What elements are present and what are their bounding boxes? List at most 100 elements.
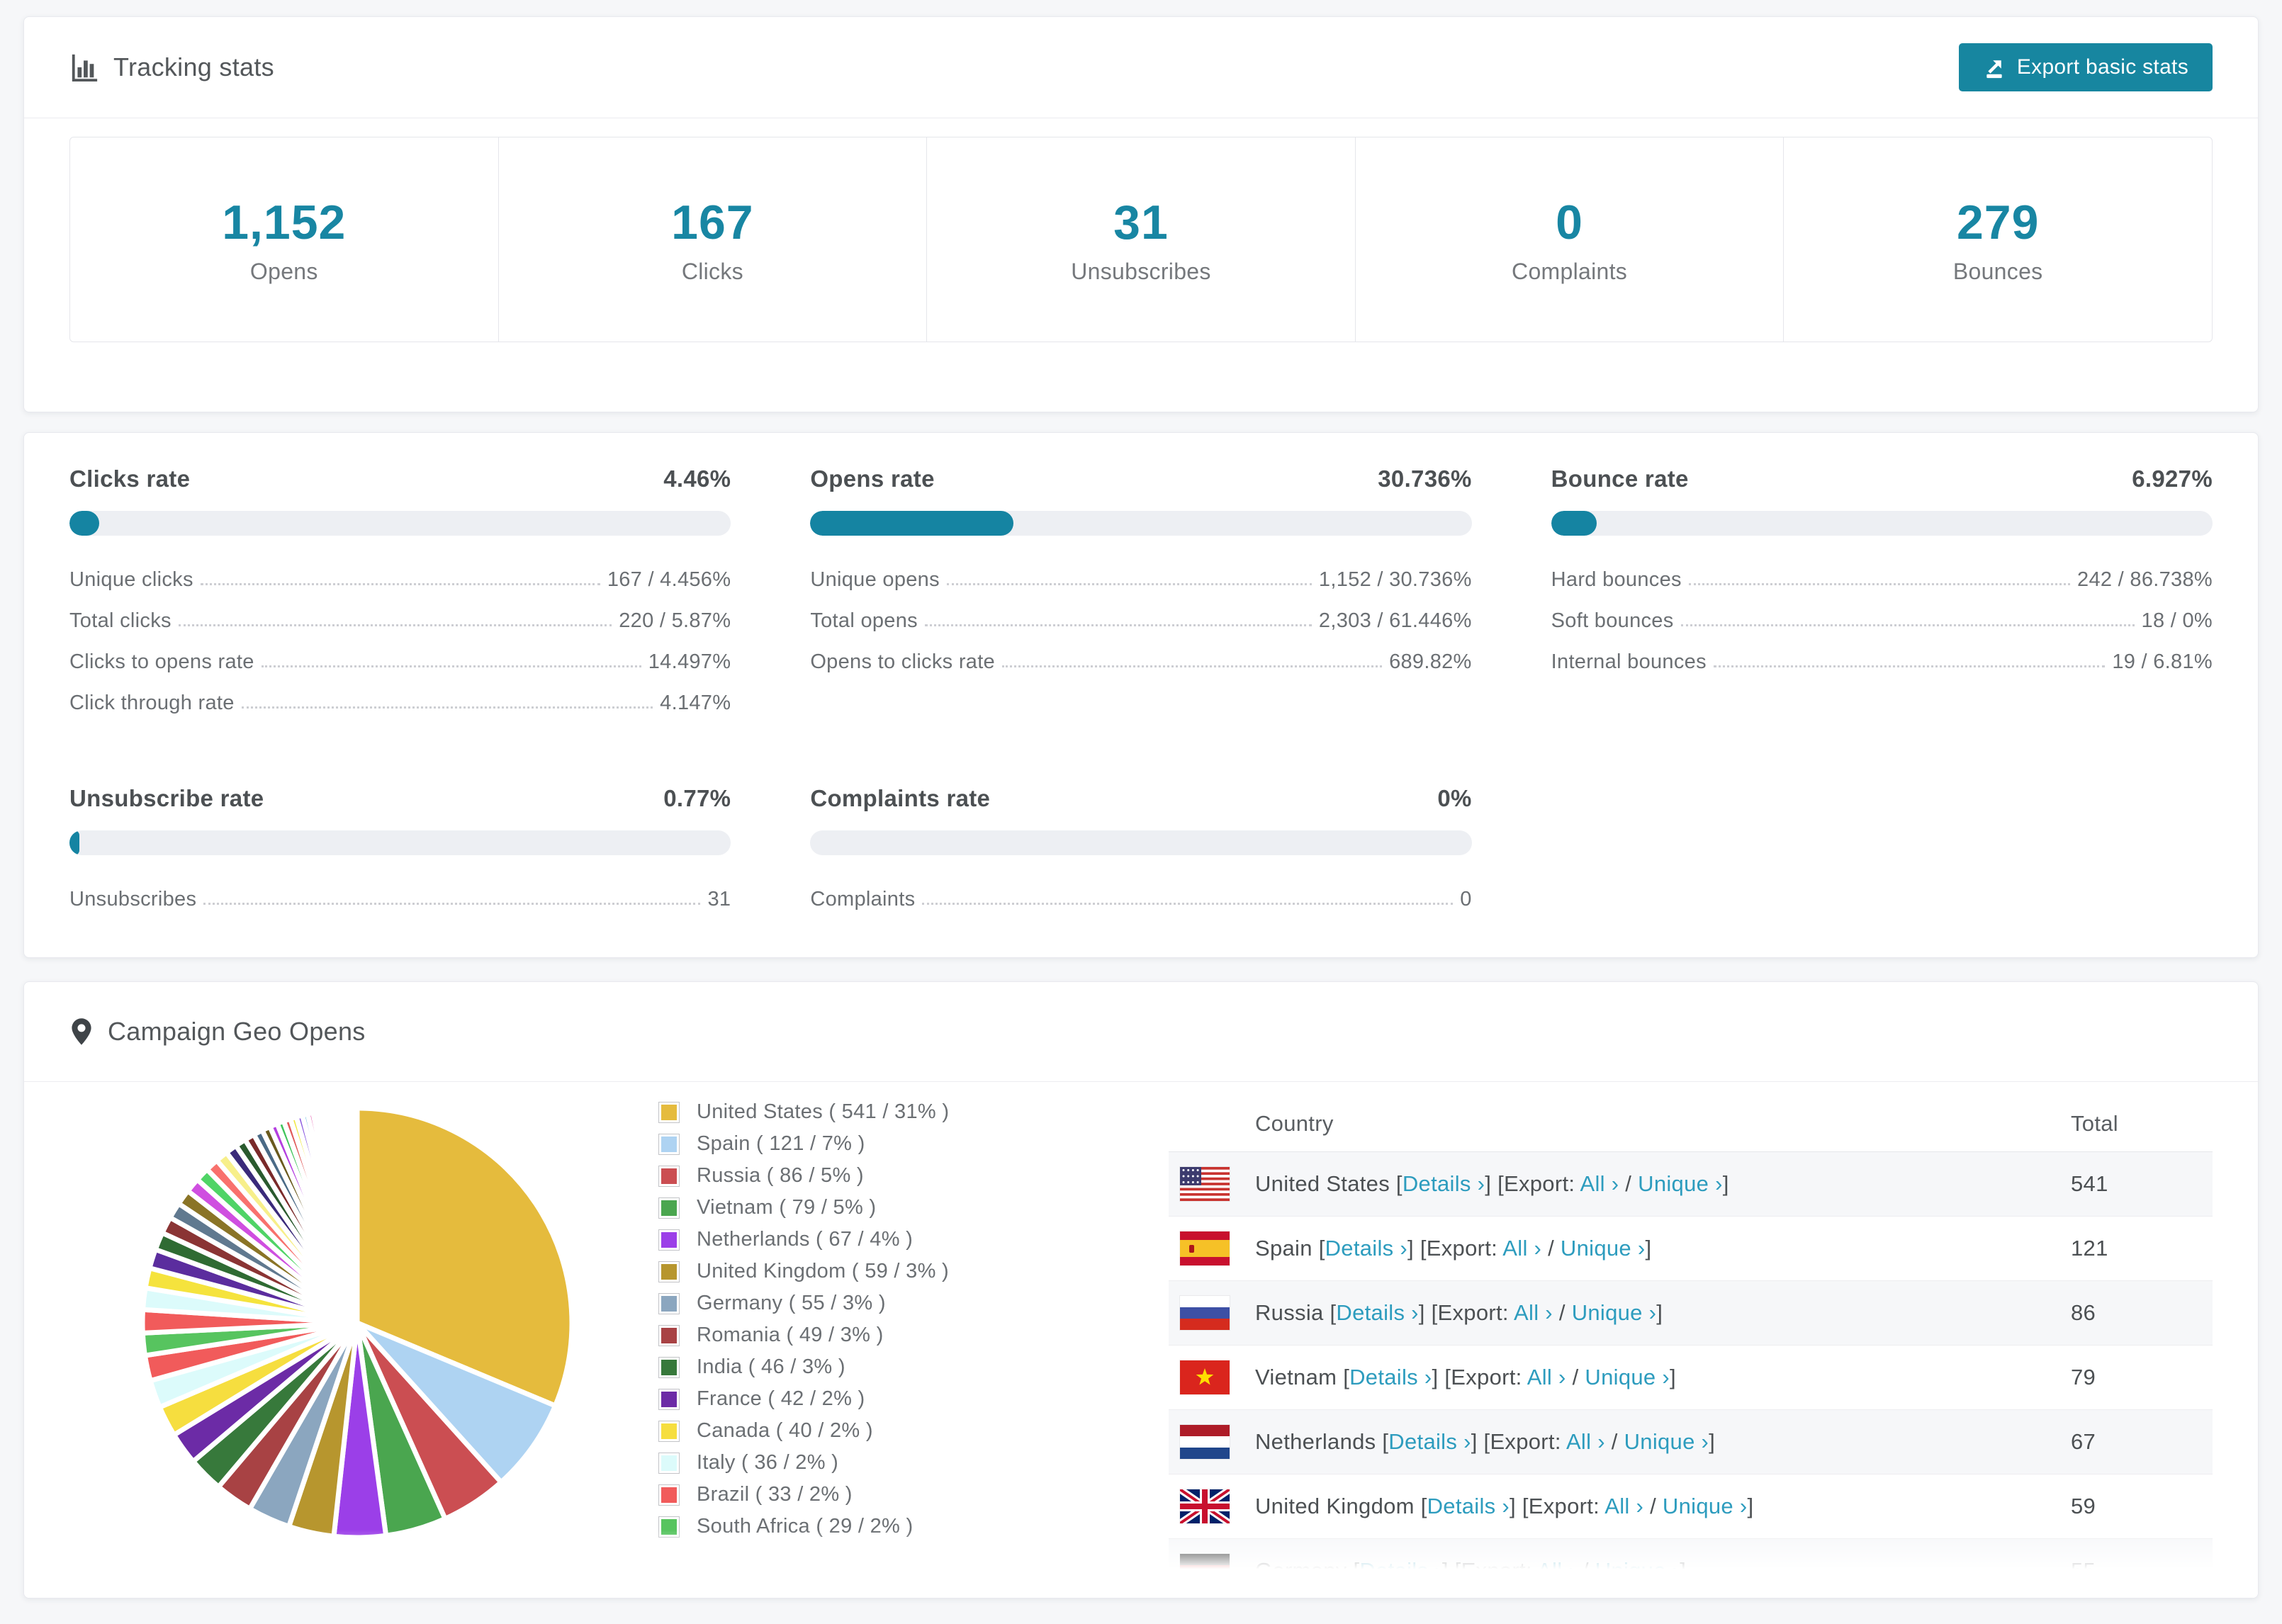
stat-value: 167 xyxy=(671,195,754,249)
export-unique-link[interactable]: Unique › xyxy=(1624,1429,1709,1454)
export-all-link[interactable]: All › xyxy=(1537,1558,1576,1583)
details-link[interactable]: Details › xyxy=(1359,1558,1441,1583)
export-all-link[interactable]: All › xyxy=(1514,1300,1553,1325)
rate-row: Internal bounces 19 / 6.81% xyxy=(1551,650,2213,674)
rate-title: Clicks rate xyxy=(69,466,191,492)
legend-label: Germany ( 55 / 3% ) xyxy=(697,1292,886,1314)
dotted-leader xyxy=(1680,624,2135,626)
rate-row-label: Hard bounces xyxy=(1551,568,1682,591)
rate-row-value: 4.147% xyxy=(660,692,731,714)
rate-row-label: Unique opens xyxy=(810,568,940,591)
column-header-country: Country xyxy=(1255,1111,1334,1136)
stat-value: 279 xyxy=(1956,195,2040,249)
export-all-link[interactable]: All › xyxy=(1580,1171,1619,1196)
details-link[interactable]: Details › xyxy=(1349,1365,1432,1389)
rate-head: Bounce rate 6.927% xyxy=(1551,466,2213,492)
legend-swatch xyxy=(658,1484,680,1506)
ru-flag-icon xyxy=(1180,1296,1230,1330)
country-cell: Spain [Details ›] [Export: All › / Uniqu… xyxy=(1255,1236,1652,1261)
rate-row-value: 1,152 / 30.736% xyxy=(1318,568,1472,591)
stat-cell-complaints: 0 Complaints xyxy=(1356,137,1784,342)
legend-item-united-states: United States ( 541 / 31% ) xyxy=(658,1100,1084,1124)
table-row-ru: Russia [Details ›] [Export: All › / Uniq… xyxy=(1169,1281,2213,1346)
stat-cell-opens: 1,152 Opens xyxy=(70,137,499,342)
dotted-leader xyxy=(261,665,641,667)
rate-row-value: 2,303 / 61.446% xyxy=(1318,609,1472,632)
legend-swatch xyxy=(658,1229,680,1251)
export-unique-link[interactable]: Unique › xyxy=(1595,1558,1680,1583)
de-flag-icon xyxy=(1180,1554,1230,1588)
rate-progress-fill xyxy=(69,511,99,536)
export-unique-link[interactable]: Unique › xyxy=(1585,1365,1670,1389)
stat-value: 31 xyxy=(1113,195,1169,249)
country-name: Vietnam xyxy=(1255,1365,1344,1389)
us-flag-icon xyxy=(1180,1167,1230,1201)
bar-chart-icon xyxy=(69,52,99,82)
stat-value: 0 xyxy=(1556,195,1583,249)
legend-swatch xyxy=(658,1165,680,1187)
rate-progress-bar xyxy=(810,830,1472,855)
rate-progress-bar xyxy=(810,511,1472,536)
geo-country-table: Country Total United States [Details ›] … xyxy=(1169,1096,2213,1598)
geo-table-header: Country Total xyxy=(1169,1096,2213,1152)
geo-opens-pie-chart xyxy=(140,1105,575,1540)
legend-swatch xyxy=(658,1197,680,1219)
export-basic-stats-button[interactable]: Export basic stats xyxy=(1958,43,2213,91)
nl-flag-icon xyxy=(1180,1425,1230,1459)
legend-item-italy: Italy ( 36 / 2% ) xyxy=(658,1451,1084,1474)
stat-label: Complaints xyxy=(1512,258,1628,284)
legend-label: Russia ( 86 / 5% ) xyxy=(697,1164,864,1187)
stat-cell-bounces: 279 Bounces xyxy=(1784,137,2212,342)
country-name: United States xyxy=(1255,1171,1396,1196)
rate-value: 0.77% xyxy=(663,785,731,811)
country-name: Germany xyxy=(1255,1558,1354,1583)
details-link[interactable]: Details › xyxy=(1336,1300,1418,1325)
rate-block-unsubscribe-rate: Unsubscribe rate 0.77% Unsubscribes 31 xyxy=(69,785,731,929)
details-link[interactable]: Details › xyxy=(1325,1236,1407,1261)
country-cell: Germany [Details ›] [Export: All › / Uni… xyxy=(1255,1558,1687,1583)
export-unique-link[interactable]: Unique › xyxy=(1663,1494,1748,1518)
rate-block-complaints-rate: Complaints rate 0% Complaints 0 xyxy=(810,785,1472,929)
rate-row-value: 689.82% xyxy=(1389,650,1472,673)
export-basic-stats-label: Export basic stats xyxy=(2016,55,2188,79)
dotted-leader xyxy=(1713,665,2106,667)
rate-head: Clicks rate 4.46% xyxy=(69,466,731,492)
rate-value: 0% xyxy=(1437,785,1472,811)
map-pin-icon xyxy=(69,1017,94,1047)
legend-swatch xyxy=(658,1356,680,1378)
rate-row: Soft bounces 18 / 0% xyxy=(1551,609,2213,633)
country-cell: Russia [Details ›] [Export: All › / Uniq… xyxy=(1255,1300,1663,1325)
legend-item-germany: Germany ( 55 / 3% ) xyxy=(658,1292,1084,1315)
legend-label: Canada ( 40 / 2% ) xyxy=(697,1419,873,1442)
details-link[interactable]: Details › xyxy=(1403,1171,1485,1196)
export-all-link[interactable]: All › xyxy=(1527,1365,1566,1389)
export-all-link[interactable]: All › xyxy=(1502,1236,1541,1261)
dotted-leader xyxy=(178,624,612,626)
export-all-link[interactable]: All › xyxy=(1566,1429,1605,1454)
rate-row-label: Internal bounces xyxy=(1551,650,1707,673)
export-unique-link[interactable]: Unique › xyxy=(1572,1300,1657,1325)
export-unique-link[interactable]: Unique › xyxy=(1561,1236,1646,1261)
details-link[interactable]: Details › xyxy=(1388,1429,1471,1454)
export-unique-link[interactable]: Unique › xyxy=(1638,1171,1723,1196)
rate-row: Unique clicks 167 / 4.456% xyxy=(69,568,731,592)
rate-row-value: 220 / 5.87% xyxy=(619,609,731,632)
rate-row: Clicks to opens rate 14.497% xyxy=(69,650,731,674)
rates-grid: Clicks rate 4.46% Unique clicks 167 / 4.456… xyxy=(24,433,2258,929)
total-cell: 121 xyxy=(2071,1236,2108,1261)
page-title: Tracking stats xyxy=(113,52,274,81)
rate-row-label: Unique clicks xyxy=(69,568,193,591)
rate-row-label: Total clicks xyxy=(69,609,172,632)
dotted-leader xyxy=(946,583,1312,585)
tracking-stats-header: Tracking stats Export basic stats xyxy=(24,17,2258,118)
geo-content: United States ( 541 / 31% ) Spain ( 121 /… xyxy=(24,1082,2258,1598)
legend-label: Italy ( 36 / 2% ) xyxy=(697,1451,839,1474)
details-link[interactable]: Details › xyxy=(1427,1494,1510,1518)
total-cell: 79 xyxy=(2071,1365,2096,1389)
export-all-link[interactable]: All › xyxy=(1604,1494,1643,1518)
table-row-vn: Vietnam [Details ›] [Export: All › / Uni… xyxy=(1169,1346,2213,1410)
legend-swatch xyxy=(658,1324,680,1346)
gb-flag-icon xyxy=(1180,1489,1230,1523)
rate-row-label: Clicks to opens rate xyxy=(69,650,254,673)
rate-row-value: 31 xyxy=(707,888,731,910)
